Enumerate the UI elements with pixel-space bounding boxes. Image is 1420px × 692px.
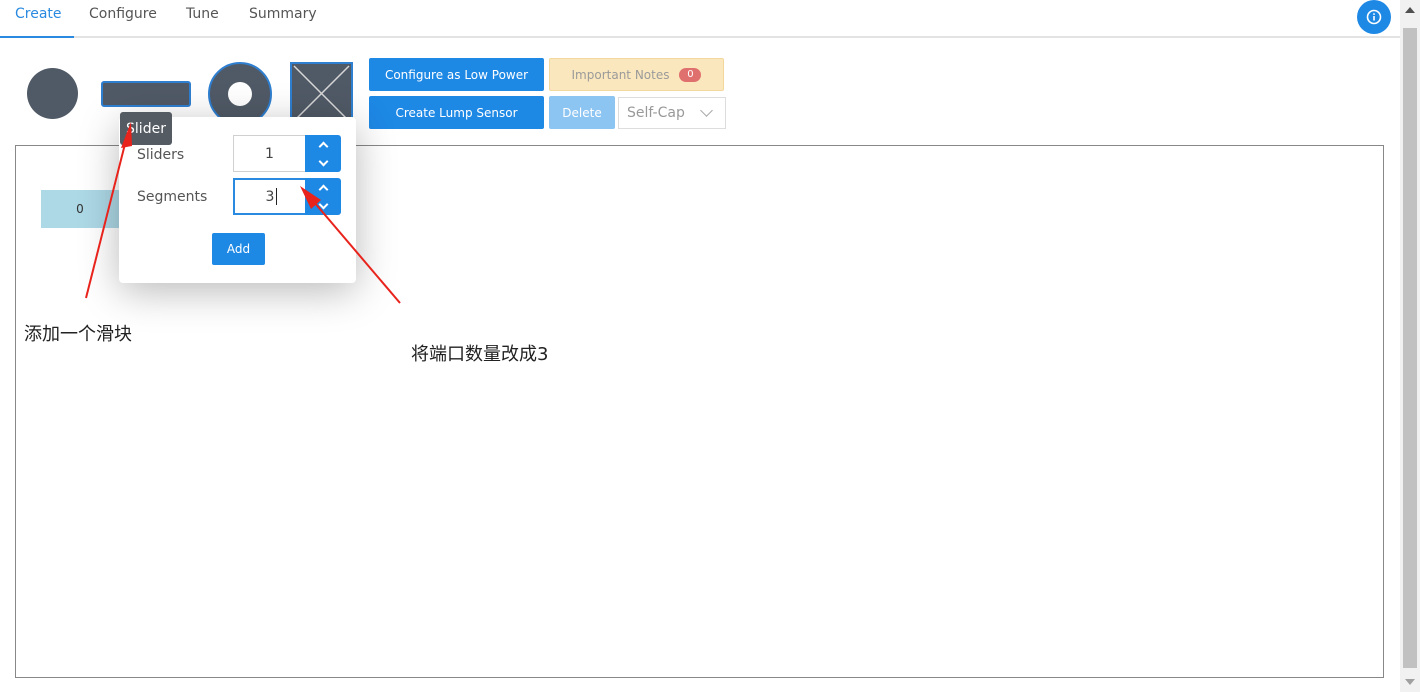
app-root: Create Configure Tune Summary Configure … <box>0 0 1420 692</box>
red-arrow-icon <box>300 186 401 304</box>
red-arrow-icon <box>85 122 132 299</box>
annotation-arrows <box>85 122 401 304</box>
